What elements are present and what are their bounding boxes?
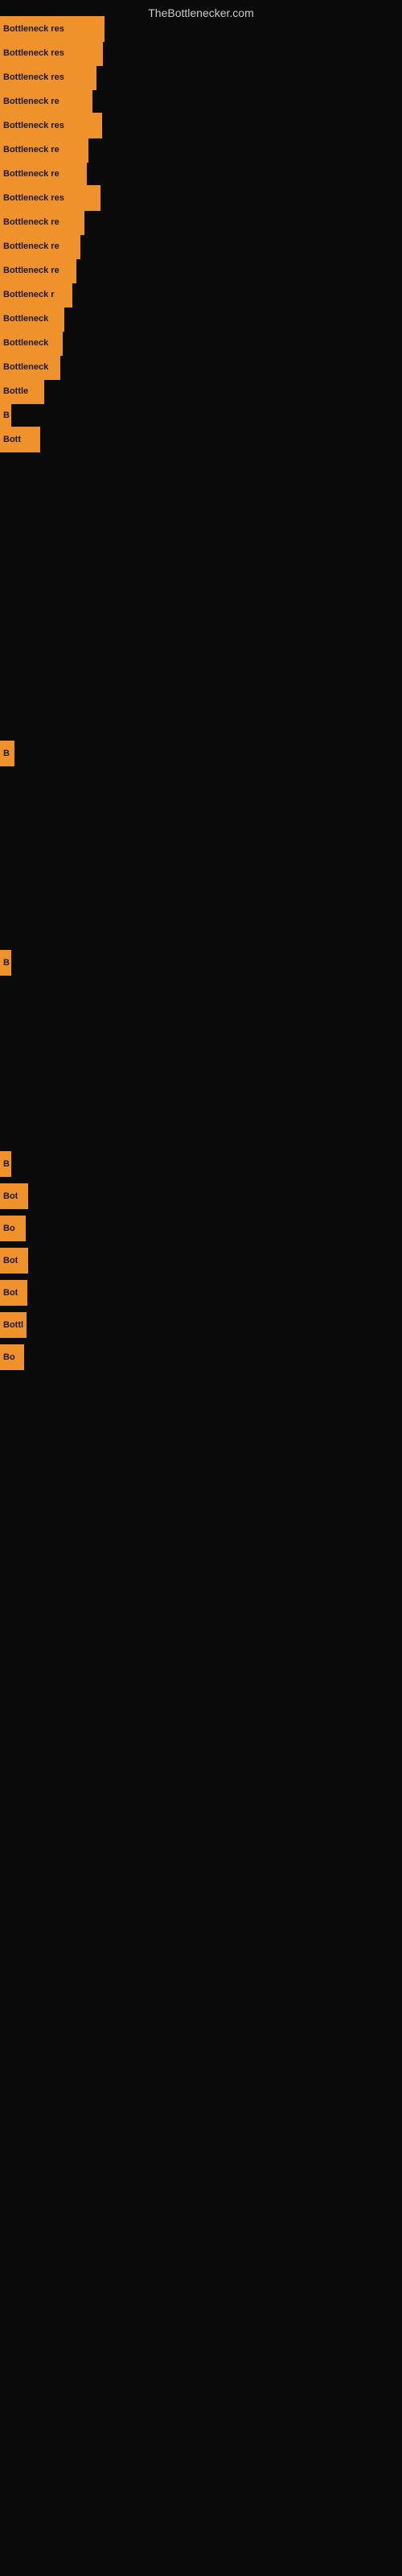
bar-item: Bottleneck res	[0, 16, 105, 42]
bar-item: Bot	[0, 1183, 28, 1209]
bar-item: Bottleneck re	[0, 233, 80, 259]
bar-label: Bottleneck re	[3, 217, 59, 227]
bar-item: B	[0, 741, 14, 766]
bar-item: Bo	[0, 1216, 26, 1241]
bar-label: Bottleneck res	[3, 24, 64, 34]
bar-item: Bottle	[0, 378, 44, 404]
bar-label: Bottleneck re	[3, 169, 59, 179]
bar-label: Bottleneck res	[3, 193, 64, 203]
bar-label: Bottleneck re	[3, 145, 59, 155]
bar-label: Bottleneck res	[3, 48, 64, 58]
bar-item: Bo	[0, 1344, 24, 1370]
bar-label: Bot	[3, 1256, 18, 1265]
bar-label: Bottleneck	[3, 362, 48, 372]
bar-label: B	[3, 958, 10, 968]
bar-item: Bottleneck res	[0, 64, 96, 90]
bar-label: Bottleneck	[3, 338, 48, 348]
bar-label: B	[3, 1159, 10, 1169]
bar-label: Bott	[3, 435, 21, 444]
bar-label: B	[3, 749, 10, 758]
bar-item: Bottleneck res	[0, 185, 100, 211]
bar-label: Bo	[3, 1352, 15, 1362]
bar-label: Bot	[3, 1191, 18, 1201]
bar-item: Bottleneck	[0, 330, 63, 356]
bar-item: Bottleneck re	[0, 209, 84, 235]
bar-label: Bottl	[3, 1320, 23, 1330]
bar-item: Bottleneck res	[0, 40, 103, 66]
bar-item: Bottleneck re	[0, 161, 87, 187]
bar-label: Bottle	[3, 386, 28, 396]
bar-label: Bottleneck	[3, 314, 48, 324]
bar-label: Bottleneck res	[3, 72, 64, 82]
bar-item: Bottleneck re	[0, 89, 92, 114]
bar-item: Bottleneck re	[0, 137, 88, 163]
bar-label: Bottleneck re	[3, 97, 59, 106]
bar-item: Bottleneck res	[0, 113, 102, 138]
bar-label: B	[3, 411, 10, 420]
bar-label: Bottleneck res	[3, 121, 64, 130]
bar-label: Bo	[3, 1224, 15, 1233]
bar-label: Bottleneck re	[3, 266, 59, 275]
bar-item: Bottleneck	[0, 306, 64, 332]
bar-item: Bottleneck r	[0, 282, 72, 308]
bar-item: Bottleneck re	[0, 258, 76, 283]
bar-item: Bottl	[0, 1312, 27, 1338]
bar-label: Bottleneck re	[3, 242, 59, 251]
bar-item: Bot	[0, 1280, 27, 1306]
bar-label: Bot	[3, 1288, 18, 1298]
bar-label: Bottleneck r	[3, 290, 55, 299]
bar-item: B	[0, 402, 11, 428]
bar-item: B	[0, 950, 11, 976]
bar-item: Bott	[0, 427, 40, 452]
bar-item: Bot	[0, 1248, 28, 1274]
bar-item: Bottleneck	[0, 354, 60, 380]
bar-item: B	[0, 1151, 11, 1177]
